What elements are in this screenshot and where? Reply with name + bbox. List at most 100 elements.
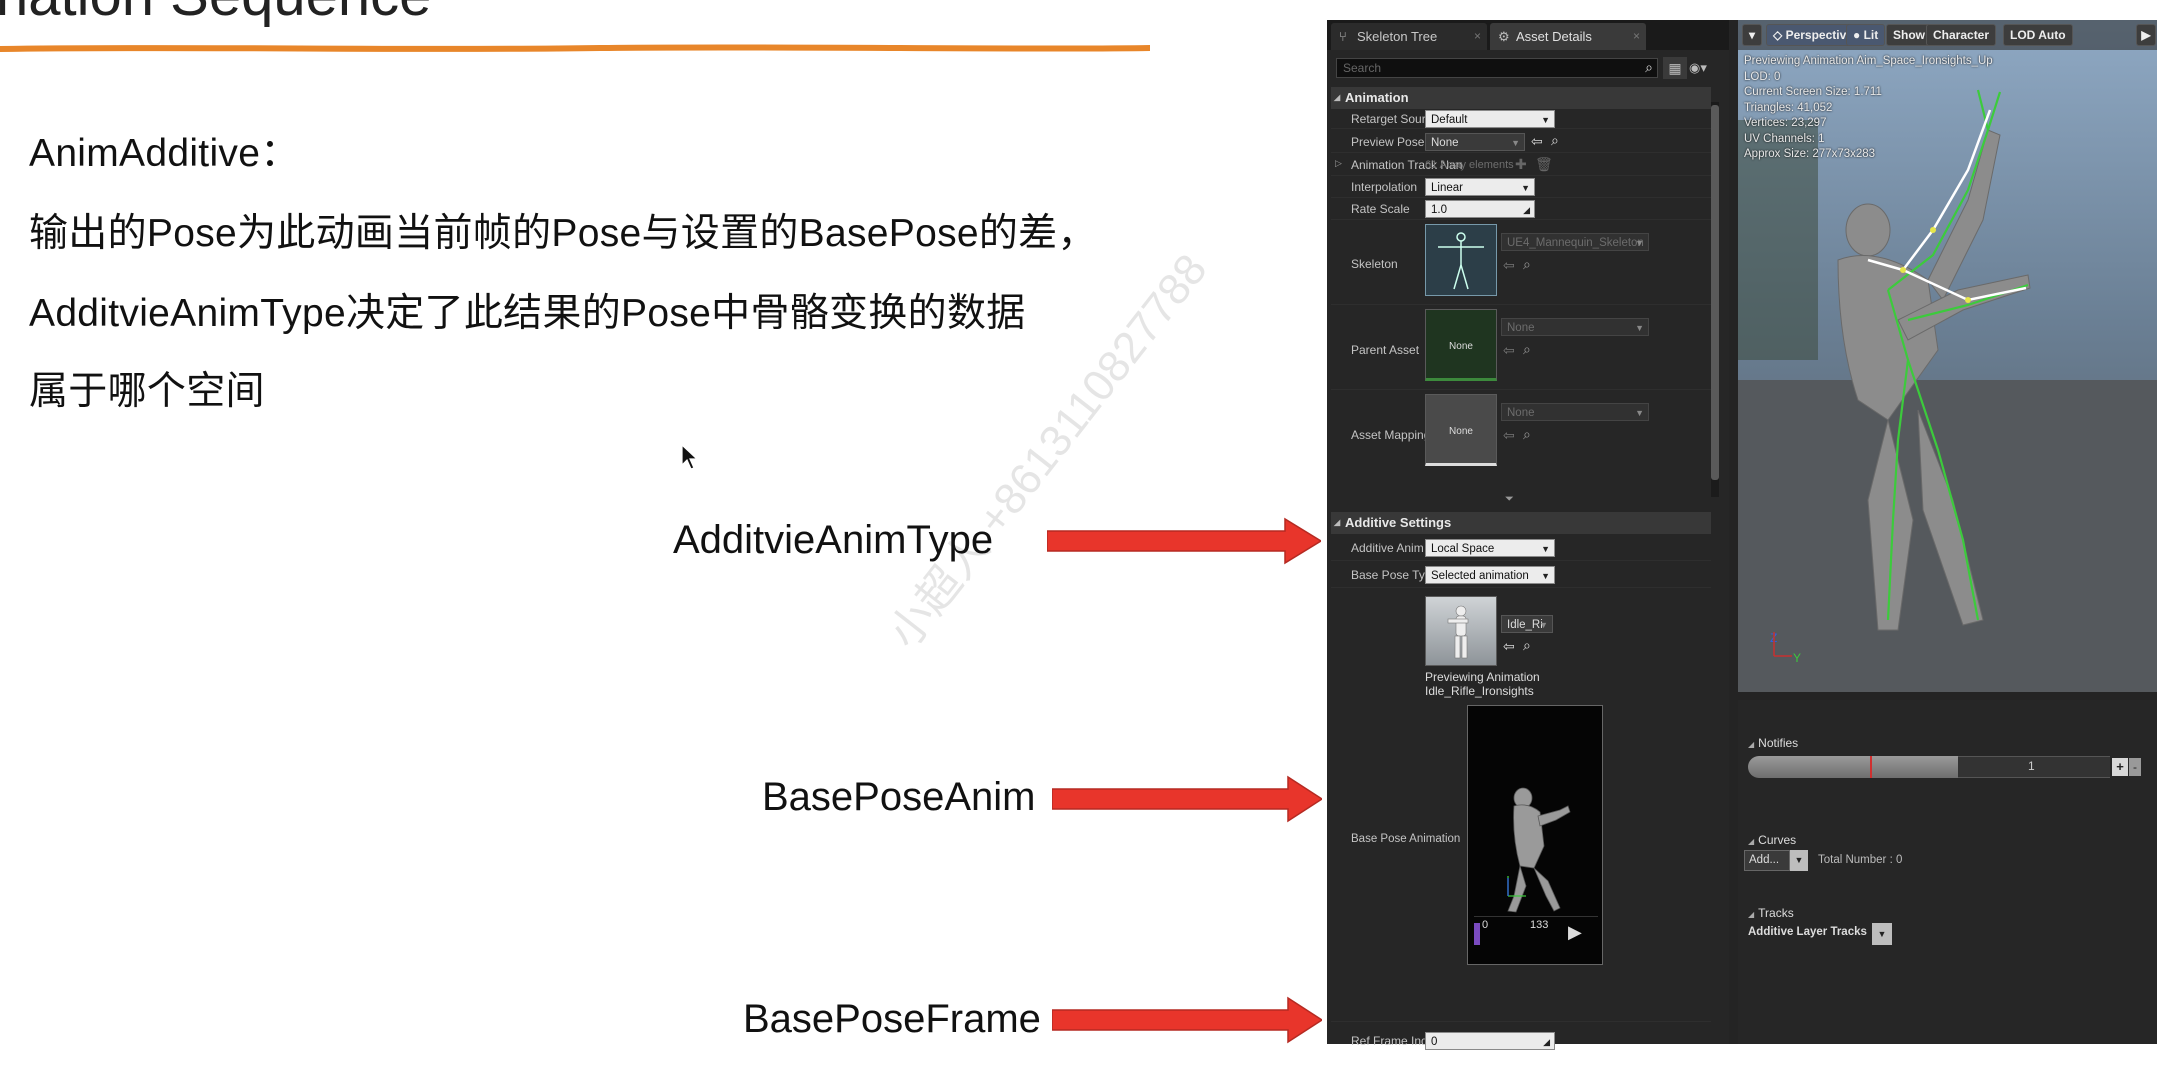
character-button[interactable]: Character: [1926, 24, 1997, 46]
expand-arrow-icon[interactable]: ▷: [1335, 158, 1342, 169]
tab-asset-details[interactable]: ⚙ Asset Details ×: [1490, 23, 1646, 50]
title-underline: [0, 44, 1150, 52]
use-selected-arrow-icon[interactable]: ⇦: [1503, 257, 1515, 274]
button-label: Add...: [1749, 854, 1780, 866]
use-selected-arrow-icon[interactable]: ⇦: [1503, 638, 1515, 655]
chevron-down-icon: ▼: [1541, 115, 1550, 125]
interpolation-combo[interactable]: Linear ▼: [1425, 178, 1535, 196]
category-additive-settings[interactable]: Additive Settings: [1331, 512, 1711, 534]
thumbnail-label: None: [1449, 340, 1473, 352]
resize-handle-icon: ◢: [1543, 1037, 1550, 1047]
chevron-down-icon: ▼: [1635, 323, 1644, 333]
browse-search-icon[interactable]: ⌕: [1523, 426, 1531, 443]
combo-value: Default: [1431, 114, 1468, 126]
rate-scale-field[interactable]: 1.0 ◢: [1425, 200, 1535, 218]
resize-handle-icon: ◢: [1523, 205, 1530, 215]
preview-pose-asset-combo[interactable]: None ▼: [1425, 133, 1525, 151]
chevron-down-icon[interactable]: ▼: [1872, 923, 1892, 945]
additive-anim-type-combo[interactable]: Local Space ▼: [1425, 539, 1555, 557]
lit-sphere-icon: ●: [1853, 28, 1864, 42]
close-icon[interactable]: ×: [1633, 23, 1640, 50]
scrollbar-thumb[interactable]: [1711, 105, 1719, 480]
callout-base-pose-anim: BasePoseAnim: [762, 775, 1036, 819]
scrub-end-label: 133: [1530, 919, 1549, 931]
details-scrollbar[interactable]: [1711, 102, 1719, 497]
row-parent-asset: Parent Asset None None ▼ ⇦ ⌕: [1331, 306, 1711, 390]
chevron-down-icon: ▼: [1635, 238, 1644, 248]
use-selected-arrow-icon[interactable]: ⇦: [1503, 342, 1515, 359]
combo-value: None: [1431, 137, 1459, 149]
row-skeleton: Skeleton UE4_Mannequin_Skeleton ▼ ⇦ ⌕: [1331, 221, 1711, 305]
add-curve-button[interactable]: Add...: [1744, 850, 1790, 871]
play-icon[interactable]: ▶: [2136, 24, 2156, 46]
axis-y-label: Y: [1793, 651, 1801, 665]
use-selected-arrow-icon[interactable]: ⇦: [1503, 427, 1515, 444]
lod-auto-button[interactable]: LOD Auto: [2003, 24, 2073, 46]
tracks-header[interactable]: Tracks: [1748, 906, 1794, 920]
base-pose-animation-combo[interactable]: Idle_Ri ▼: [1501, 615, 1553, 633]
zoom-out-button[interactable]: -: [2129, 758, 2141, 776]
category-animation[interactable]: Animation: [1331, 87, 1711, 109]
row-base-pose-type: Base Pose Type Selected animation ▼: [1331, 562, 1711, 588]
viewport-stats: Previewing Animation Aim_Space_Ironsight…: [1744, 54, 1993, 163]
row-additive-anim-type: Additive Anim Type Local Space ▼: [1331, 535, 1711, 561]
property-matrix-button[interactable]: ▦: [1663, 57, 1687, 79]
asset-mapping-table-thumbnail[interactable]: None: [1425, 394, 1497, 466]
notifies-header[interactable]: Notifies: [1748, 736, 1798, 750]
stat-previewing: Previewing Animation Aim_Space_Ironsight…: [1744, 55, 1993, 67]
combo-value: Local Space: [1431, 543, 1495, 555]
button-label: LOD Auto: [2010, 28, 2066, 42]
callout-additive-anim-type: AdditvieAnimType: [673, 518, 994, 562]
stat-approx-size: Approx Size: 277x73x283: [1744, 148, 1876, 160]
tab-skeleton-tree[interactable]: ⑂ Skeleton Tree ×: [1331, 23, 1487, 50]
browse-search-icon[interactable]: ⌕: [1523, 637, 1531, 654]
body-line-3: AdditvieAnimType决定了此结果的Pose中骨骼变换的数据: [29, 292, 1026, 335]
view-options-eye-icon[interactable]: ◉▾: [1689, 57, 1723, 79]
chevron-down-icon[interactable]: ▼: [1790, 850, 1808, 871]
viewport-menu-button[interactable]: ▾: [1742, 24, 1762, 46]
retarget-source-combo[interactable]: Default ▼: [1425, 110, 1555, 128]
ref-frame-index-field[interactable]: 0 ◢: [1425, 1032, 1555, 1050]
combo-value: Linear: [1431, 182, 1463, 194]
parent-asset-combo[interactable]: None ▼: [1501, 318, 1649, 336]
chevron-down-icon: ▼: [1635, 408, 1644, 418]
button-label: Character: [1933, 28, 1990, 42]
asset-mapping-table-combo[interactable]: None ▼: [1501, 403, 1649, 421]
play-icon[interactable]: ▶: [1568, 922, 1582, 943]
close-icon[interactable]: ×: [1474, 23, 1481, 50]
base-pose-type-combo[interactable]: Selected animation ▼: [1425, 566, 1555, 584]
playhead-marker[interactable]: [1870, 756, 1872, 778]
skeleton-thumbnail[interactable]: [1425, 224, 1497, 296]
perspective-icon: ◇: [1773, 28, 1786, 42]
browse-search-icon[interactable]: ⌕: [1523, 256, 1531, 273]
delete-icon[interactable]: 🗑: [1535, 156, 1553, 173]
browse-search-icon[interactable]: ⌕: [1551, 132, 1559, 149]
scrub-bar[interactable]: 0 133 ▶: [1474, 916, 1598, 952]
search-input[interactable]: Search ⌕: [1336, 58, 1658, 78]
curves-total-number: Total Number : 0: [1818, 854, 1903, 866]
lit-button[interactable]: ● Lit: [1846, 24, 1886, 46]
button-label: Show: [1893, 28, 1925, 42]
advanced-expand-icon[interactable]: ⏷: [1505, 493, 1514, 506]
label-skeleton: Skeleton: [1351, 257, 1398, 271]
label-interpolation: Interpolation: [1351, 180, 1418, 194]
notifies-track-bar[interactable]: [1748, 756, 1958, 778]
base-pose-animation-preview[interactable]: 0 133 ▶: [1467, 705, 1603, 965]
base-pose-animation-thumbnail[interactable]: [1425, 596, 1497, 666]
curves-header[interactable]: Curves: [1748, 833, 1796, 847]
preview-viewport[interactable]: Z Y ▾ ◇ Perspective ● Lit Show Character…: [1738, 20, 2157, 692]
add-element-icon[interactable]: ✚: [1515, 156, 1527, 173]
use-selected-arrow-icon[interactable]: ⇦: [1531, 133, 1543, 150]
skeleton-combo[interactable]: UE4_Mannequin_Skeleton ▼: [1501, 233, 1649, 251]
chevron-down-icon: ▼: [1539, 620, 1548, 630]
combo-value: Selected animation: [1431, 570, 1529, 582]
unreal-editor-window: ⑂ Skeleton Tree × ⚙ Asset Details × Sear…: [1327, 20, 2157, 1050]
parent-asset-thumbnail[interactable]: None: [1425, 309, 1497, 381]
browse-search-icon[interactable]: ⌕: [1523, 341, 1531, 358]
label-rate-scale: Rate Scale: [1351, 202, 1410, 216]
character-figure-icon: [1447, 605, 1469, 659]
arrow-base-pose-anim: [1052, 775, 1322, 823]
asset-details-icon: ⚙: [1498, 29, 1510, 44]
body-line-4: 属于哪个空间: [29, 370, 265, 413]
zoom-in-button[interactable]: +: [2112, 758, 2128, 776]
